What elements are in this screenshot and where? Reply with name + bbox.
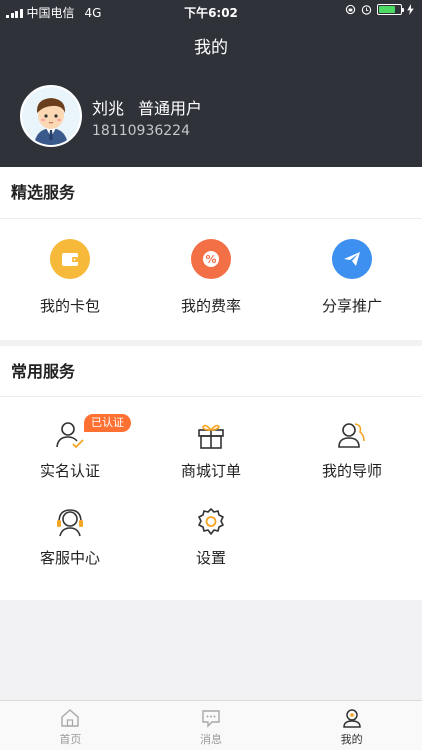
rate-item[interactable]: % 我的费率: [141, 239, 281, 316]
settings-item[interactable]: 设置: [141, 506, 281, 568]
share-item[interactable]: 分享推广: [282, 239, 422, 316]
gift-icon: [141, 419, 281, 451]
settings-gear-icon: [141, 506, 281, 538]
mentor-item[interactable]: 我的导师: [282, 419, 422, 481]
page-title: 我的: [194, 38, 228, 58]
profile-icon: [342, 709, 361, 728]
mall-orders-item[interactable]: 商城订单: [141, 419, 281, 481]
mall-orders-label: 商城订单: [180, 462, 241, 480]
common-services-section: 常用服务 实名认证 商城订单 我的导师 客服中心 设置: [0, 346, 422, 600]
share-label: 分享推广: [321, 297, 382, 315]
avatar[interactable]: [20, 85, 82, 147]
section-title-featured: 精选服务: [0, 167, 422, 219]
status-bar: 中国电信 4G 下午6:02: [0, 0, 422, 22]
mentor-label: 我的导师: [321, 462, 382, 480]
settings-label: 设置: [195, 549, 226, 567]
wallet-icon: [50, 239, 90, 279]
tab-profile[interactable]: 我的: [281, 701, 422, 750]
mentor-icon: [282, 419, 422, 451]
section-title-common: 常用服务: [0, 346, 422, 397]
svg-text:%: %: [205, 253, 216, 266]
orientation-lock-icon: [345, 4, 356, 15]
customer-service-item[interactable]: 客服中心: [0, 506, 140, 568]
message-icon: [202, 710, 220, 728]
battery-icon: [377, 4, 404, 15]
user-avatar-illustration: [22, 87, 80, 145]
paper-plane-icon: [332, 239, 372, 279]
home-icon: [61, 709, 80, 727]
wallet-label: 我的卡包: [39, 297, 100, 315]
tab-bar: 首页 消息 我的: [0, 700, 422, 750]
user-role: 普通用户: [138, 99, 203, 118]
verified-badge: 已认证: [84, 414, 131, 432]
alarm-icon: [361, 5, 372, 15]
tab-profile-label: 我的: [340, 733, 363, 746]
wallet-item[interactable]: 我的卡包: [0, 239, 140, 316]
user-phone: 18110936224: [92, 123, 190, 139]
charging-icon: [407, 4, 414, 15]
profile-header: 中国电信 4G 下午6:02 我的 刘兆 普通用户 18110936224: [0, 0, 422, 167]
tab-home[interactable]: 首页: [0, 701, 141, 750]
user-name: 刘兆: [92, 99, 125, 118]
rate-label: 我的费率: [180, 297, 241, 315]
headset-icon: [0, 506, 140, 538]
battery-fill: [379, 6, 395, 13]
tab-home-label: 首页: [59, 733, 82, 746]
percent-icon: %: [191, 239, 231, 279]
real-name-auth-label: 实名认证: [39, 462, 100, 480]
customer-service-label: 客服中心: [39, 549, 100, 567]
tab-messages[interactable]: 消息: [141, 701, 282, 750]
featured-services-section: 精选服务 我的卡包 % 我的费率 分享推广: [0, 167, 422, 340]
tab-messages-label: 消息: [200, 733, 222, 746]
